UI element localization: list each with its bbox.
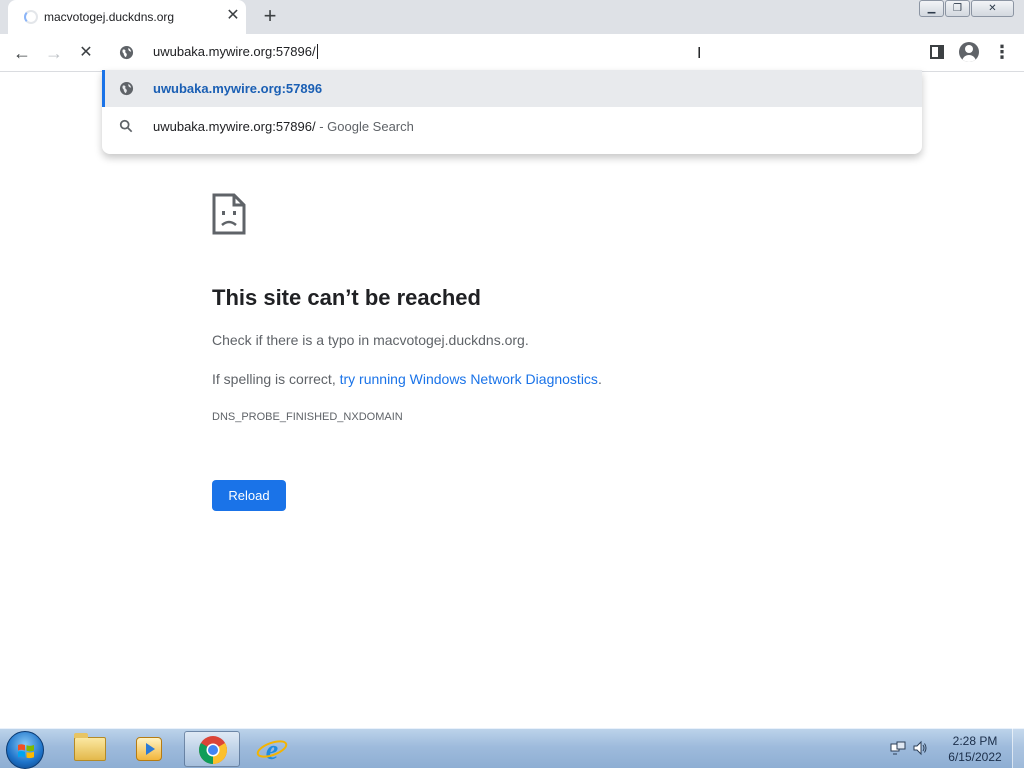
windows-logo-icon [18,744,34,759]
address-value: uwubaka.mywire.org:57896/ [153,44,316,59]
address-bar[interactable]: uwubaka.mywire.org:57896/ [102,34,922,71]
taskbar-internet-explorer[interactable]: e [244,731,300,767]
sad-page-icon [212,193,246,235]
windows-explorer-icon [74,733,106,761]
tab-strip: macvotogej.duckdns.org ✕ + ▁ ❐ ✕ [0,0,1024,34]
start-button[interactable] [6,731,44,769]
side-panel-icon[interactable] [930,45,944,59]
volume-icon[interactable] [912,740,928,756]
tab-title: macvotogej.duckdns.org [44,10,175,24]
window-controls: ▁ ❐ ✕ [918,0,1014,18]
clock-date: 6/15/2022 [948,750,1002,764]
suggestion-query: uwubaka.mywire.org:57896/ [153,119,316,134]
chrome-icon [199,736,227,764]
profile-avatar-icon[interactable] [959,42,979,62]
error-hint: Check if there is a typo in macvotogej.d… [212,332,529,348]
restore-button[interactable]: ❐ [945,0,970,17]
stop-loading-button[interactable]: ✕ [74,41,98,65]
taskbar-clock[interactable]: 2:28 PM 6/15/2022 [936,733,1014,765]
search-icon [119,119,133,133]
network-diagnostics-link[interactable]: try running Windows Network Diagnostics [340,371,598,387]
taskbar-explorer[interactable] [62,731,118,767]
suggestion-search[interactable]: uwubaka.mywire.org:57896/ - Google Searc… [102,108,922,145]
text-caret [316,44,318,59]
taskbar-media-player[interactable] [122,731,178,767]
suggestion-text: uwubaka.mywire.org:57896 [153,81,323,96]
taskbar-chrome[interactable] [184,731,240,767]
tab-close-icon[interactable]: ✕ [224,6,242,26]
error-suggestion: If spelling is correct, try running Wind… [212,371,602,387]
browser-toolbar: ← → ✕ uwubaka.mywire.org:57896/ [0,34,1024,72]
clock-time: 2:28 PM [952,734,998,748]
error-code: DNS_PROBE_FINISHED_NXDOMAIN [212,411,403,423]
globe-icon [119,45,134,60]
internet-explorer-icon: e [256,735,288,764]
text-cursor-icon: I [697,45,702,62]
browser-tab[interactable]: macvotogej.duckdns.org ✕ [8,0,246,34]
error-title: This site can’t be reached [212,285,481,310]
network-icon[interactable] [890,740,906,756]
suggestion-url[interactable]: uwubaka.mywire.org:57896 [102,70,922,107]
close-window-button[interactable]: ✕ [971,0,1014,17]
error-suggestion-prefix: If spelling is correct, [212,371,340,387]
show-desktop-button[interactable] [1012,728,1024,768]
system-tray [890,740,928,756]
error-suggestion-suffix: . [597,371,602,387]
forward-button[interactable]: → [42,41,66,65]
svg-text:e: e [266,735,278,764]
new-tab-button[interactable]: + [258,3,282,29]
address-input[interactable]: uwubaka.mywire.org:57896/ [153,44,318,59]
reload-button[interactable]: Reload [212,480,286,511]
chrome-menu-icon[interactable]: ⋮ [992,42,1012,62]
minimize-button[interactable]: ▁ [919,0,944,17]
media-player-icon [136,737,162,761]
globe-icon [119,81,134,96]
suggestion-suffix: - Google Search [315,119,414,134]
loading-spinner-icon [24,10,38,24]
omnibox-suggestions: uwubaka.mywire.org:57896 uwubaka.mywire.… [102,70,922,154]
windows-taskbar: e [0,728,1024,769]
suggestion-text: uwubaka.mywire.org:57896/ - Google Searc… [153,119,414,134]
back-button[interactable]: ← [10,41,34,65]
